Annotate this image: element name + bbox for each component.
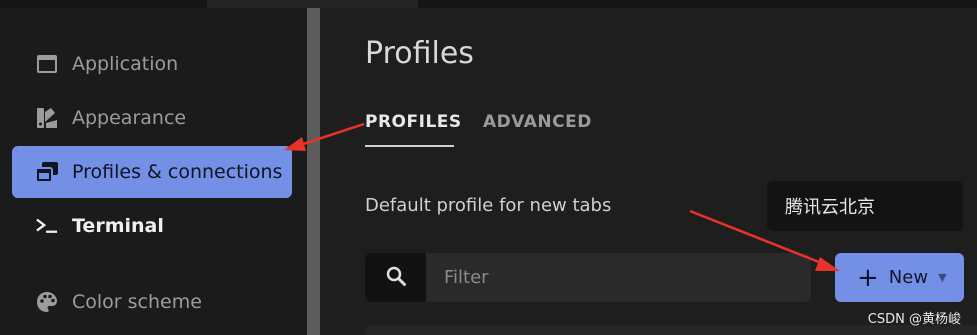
annotation-arrow-to-sidebar bbox=[284, 122, 365, 151]
watermark: CSDN @黄杨峻 bbox=[867, 312, 961, 327]
annotation-arrows bbox=[284, 122, 840, 271]
annotation-arrow-to-new bbox=[689, 209, 840, 271]
